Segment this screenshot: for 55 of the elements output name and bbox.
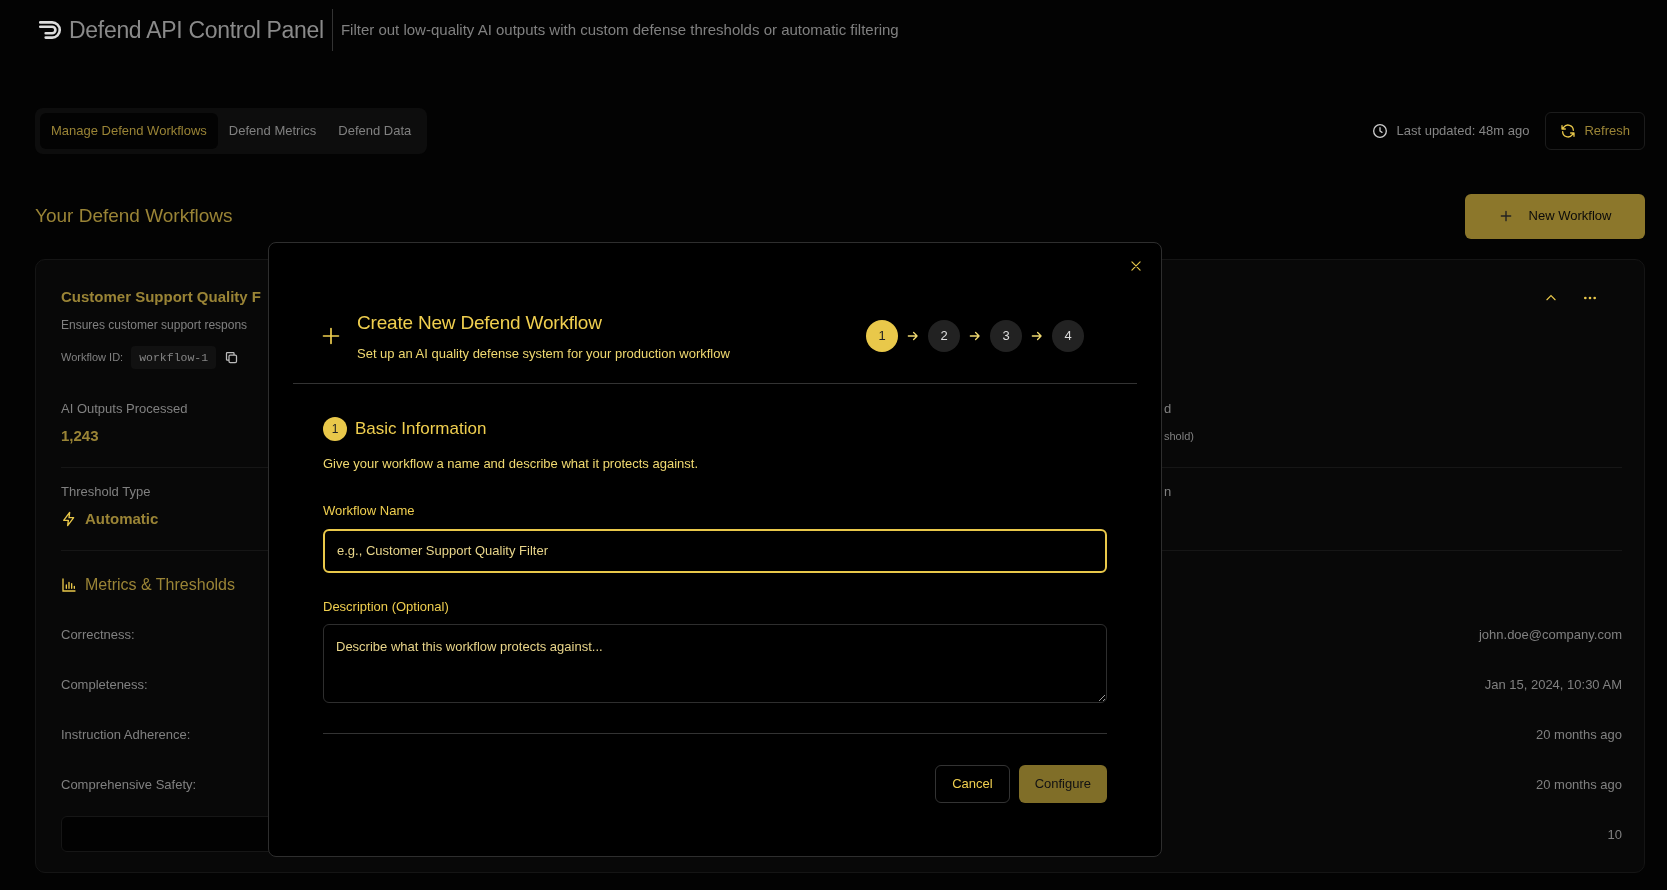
metric-label: Instruction Adherence: <box>61 725 191 744</box>
metric-value: 20 months ago <box>1536 725 1622 744</box>
modal-subtitle: Set up an AI quality defense system for your production workflow <box>357 344 730 363</box>
refresh-button[interactable]: Refresh <box>1545 112 1645 150</box>
stat-value: shold) <box>1164 428 1194 444</box>
metric-value: Jan 15, 2024, 10:30 AM <box>1484 675 1622 694</box>
arrow-right-icon <box>906 329 920 343</box>
refresh-icon <box>1560 122 1577 139</box>
field-label: Workflow Name <box>323 502 416 520</box>
section-description: Give your workflow a name and describe what it protects against. <box>323 454 699 473</box>
name-field[interactable]: e.g., Customer Support Quality Filter <box>323 528 1107 573</box>
stat-label: n <box>1164 483 1172 502</box>
stat-label: d <box>1164 400 1172 419</box>
metric-label: Completeness: <box>61 675 148 694</box>
app-subtitle: Filter out low-quality AI outputs with custom defense thresholds or automatic filtering <box>340 19 899 40</box>
step-indicator: 4 <box>1052 320 1084 352</box>
close-icon <box>1129 259 1143 273</box>
clock-icon <box>1372 122 1389 139</box>
metric-label: Correctness: <box>61 625 135 644</box>
stat-value: 1,243 <box>61 425 99 446</box>
tab[interactable]: Defend Data <box>327 113 423 149</box>
workflow-id-value: workflow-1 <box>131 346 217 370</box>
field-label: Description (Optional) <box>323 597 450 616</box>
metric-value: 10 <box>1607 825 1622 844</box>
section-heading: Basic Information <box>355 418 487 440</box>
workflow-description: Ensures customer support respons <box>61 317 248 334</box>
arrow-right-icon <box>1030 329 1044 343</box>
new-workflow-button[interactable]: New Workflow <box>1465 193 1645 239</box>
last-updated-text: Last updated: 48m ago <box>1396 122 1530 140</box>
bar-chart-icon <box>61 577 77 594</box>
copy-icon[interactable] <box>224 350 240 366</box>
lightning-icon <box>61 511 77 527</box>
step-indicator: 3 <box>990 320 1022 352</box>
modal-title: Create New Defend Workflow <box>357 311 603 335</box>
step-indicator: 2 <box>928 320 960 352</box>
workflow-title: Customer Support Quality F <box>61 286 261 307</box>
step-indicator: 1 <box>866 320 898 352</box>
arrow-right-icon <box>968 329 982 343</box>
metrics-title: Metrics & Thresholds <box>85 575 235 596</box>
tab[interactable]: Manage Defend Workflows <box>40 113 218 149</box>
section-title: Your Defend Workflows <box>35 203 233 228</box>
stat-label: Threshold Type <box>61 483 151 502</box>
metric-value: john.doe@company.com <box>1478 625 1622 644</box>
metric-label: Comprehensive Safety: <box>61 775 197 794</box>
stat-label: AI Outputs Processed <box>61 400 188 419</box>
metric-value: 20 months ago <box>1536 775 1622 794</box>
description-field[interactable]: Describe what this workflow protects against... <box>323 624 1107 703</box>
tab[interactable]: Defend Metrics <box>217 113 328 149</box>
step-number: 1 <box>323 416 347 441</box>
app-title: Defend API Control Panel <box>69 15 324 45</box>
plus-icon <box>321 326 341 346</box>
workflow-id-label: Workflow ID: <box>61 350 124 366</box>
cancel-button[interactable]: Cancel <box>935 765 1010 803</box>
stat-value: Automatic <box>85 508 159 529</box>
plus-icon <box>1498 209 1513 223</box>
